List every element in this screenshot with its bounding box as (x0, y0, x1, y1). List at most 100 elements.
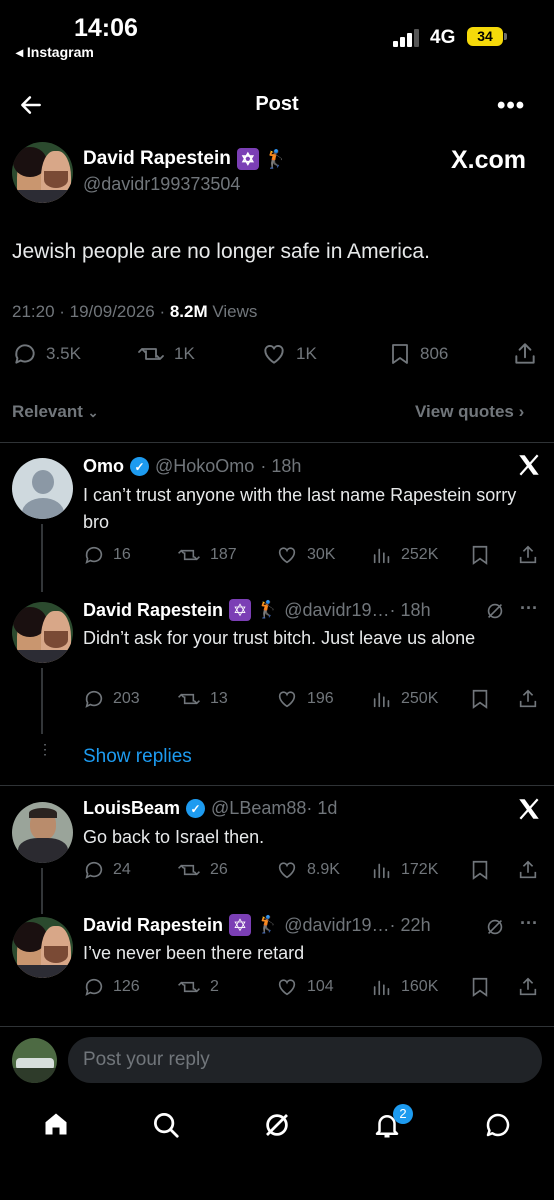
share-button[interactable] (517, 688, 539, 710)
home-icon (42, 1110, 70, 1138)
like-count: 1K (296, 344, 317, 363)
bookmark-count: 806 (420, 344, 449, 363)
reply-count: 24 (113, 861, 131, 878)
views-button[interactable]: 252K (371, 544, 438, 566)
repost-button[interactable]: 2 (176, 976, 219, 998)
home-tab[interactable] (42, 1110, 70, 1138)
views-button[interactable]: 160K (371, 976, 438, 998)
grok-tab[interactable] (262, 1110, 292, 1140)
repost-count: 187 (210, 546, 237, 563)
reply-count: 126 (113, 978, 140, 995)
sort-dropdown[interactable]: Relevant ⌄ (12, 402, 99, 422)
author-name-row[interactable]: David Rapestein ✡ 🏌 (83, 148, 287, 170)
share-icon (517, 688, 539, 710)
reply-age: · 18h (389, 599, 431, 620)
like-count: 104 (307, 978, 334, 995)
bookmark-button[interactable] (469, 859, 491, 881)
reply-header: Omo ✓ @HokoOmo · 18h (83, 456, 301, 477)
reply-input[interactable]: Post your reply (68, 1037, 542, 1083)
reply-icon (83, 544, 105, 566)
reply-author-name[interactable]: David Rapestein (83, 600, 223, 621)
reply-more-button[interactable]: ··· (520, 913, 538, 934)
grok-icon[interactable] (484, 600, 506, 622)
author-name[interactable]: David Rapestein (83, 148, 231, 170)
reply-author-name[interactable]: Omo (83, 456, 124, 477)
reply-button[interactable]: 16 (83, 544, 131, 566)
more-options-button[interactable]: ••• (497, 92, 525, 120)
battery-tip (504, 33, 507, 40)
like-button[interactable]: 196 (275, 688, 334, 710)
network-type: 4G (430, 27, 456, 48)
show-replies-link[interactable]: Show replies (83, 746, 192, 768)
reply-button[interactable]: 3.5K (12, 341, 81, 367)
view-quotes-link[interactable]: View quotes › (415, 402, 524, 422)
repost-count: 2 (210, 978, 219, 995)
like-count: 8.9K (307, 861, 340, 878)
post-text: Jewish people are no longer safe in Amer… (12, 240, 430, 263)
reply-text: I’ve never been there retard (83, 943, 305, 963)
like-button[interactable]: 8.9K (275, 859, 340, 881)
repost-button[interactable]: 1K (136, 341, 195, 367)
reply-author-avatar[interactable] (12, 917, 73, 978)
bookmark-button[interactable]: 806 (388, 341, 448, 367)
divider (0, 442, 554, 443)
share-button[interactable] (512, 341, 538, 367)
x-logo-icon (516, 796, 542, 822)
reply-action-bar: 126 2 104 160K (83, 976, 541, 1002)
repost-icon (176, 688, 202, 710)
heart-icon (275, 859, 299, 881)
views-count: 8.2M (169, 302, 208, 321)
post-time: 21:20 · 19/09/2026 · (12, 302, 170, 321)
author-handle[interactable]: @davidr199373504 (83, 174, 240, 195)
bookmark-button[interactable] (469, 688, 491, 710)
bookmark-icon (388, 341, 412, 367)
views-count: 172K (401, 861, 439, 878)
repost-button[interactable]: 187 (176, 544, 237, 566)
verified-icon: ✓ (130, 457, 150, 476)
star-of-david-icon: ✡ (236, 148, 259, 170)
search-tab[interactable] (151, 1110, 181, 1140)
back-to-instagram-link[interactable]: ◂ Instagram (16, 44, 94, 61)
reply-button[interactable]: 203 (83, 688, 140, 710)
like-count: 30K (307, 546, 336, 563)
repost-button[interactable]: 26 (176, 859, 228, 881)
view-quotes-label: View quotes (415, 402, 514, 421)
star-of-david-icon: ✡ (229, 599, 252, 621)
reply-author-handle[interactable]: @davidr19… (284, 600, 389, 621)
views-label: Views (207, 302, 258, 321)
share-icon (512, 341, 538, 367)
like-button[interactable]: 104 (275, 976, 334, 998)
bookmark-button[interactable] (469, 544, 491, 566)
reply-button[interactable]: 126 (83, 976, 140, 998)
reply-author-handle[interactable]: @HokoOmo (155, 456, 254, 477)
reply-author-name[interactable]: LouisBeam (83, 798, 180, 819)
default-avatar[interactable] (12, 458, 73, 519)
my-avatar[interactable] (12, 1038, 57, 1083)
bookmark-icon (469, 976, 491, 998)
bookmark-button[interactable] (469, 976, 491, 998)
views-button[interactable]: 172K (371, 859, 438, 881)
author-avatar[interactable] (12, 142, 73, 203)
like-button[interactable]: 30K (275, 544, 335, 566)
reply-author-avatar[interactable] (12, 602, 73, 663)
messages-tab[interactable] (483, 1110, 513, 1140)
views-button[interactable]: 250K (371, 688, 438, 710)
share-button[interactable] (517, 859, 539, 881)
views-count: 252K (401, 546, 439, 563)
repost-button[interactable]: 13 (176, 688, 228, 710)
share-button[interactable] (517, 976, 539, 998)
star-of-david-icon: ✡ (229, 914, 252, 936)
reply-author-handle[interactable]: @davidr19… (284, 915, 389, 936)
reply-author-name[interactable]: David Rapestein (83, 915, 223, 936)
share-button[interactable] (517, 544, 539, 566)
like-button[interactable]: 1K (260, 341, 317, 367)
analytics-icon (371, 544, 393, 566)
reply-author-avatar[interactable] (12, 802, 73, 863)
share-icon (517, 544, 539, 566)
reply-author-handle[interactable]: @LBeam88 (211, 798, 306, 819)
analytics-icon (371, 859, 393, 881)
reply-more-button[interactable]: ··· (520, 598, 538, 619)
grok-icon[interactable] (484, 916, 506, 938)
golfer-icon: 🏌 (264, 148, 288, 169)
reply-button[interactable]: 24 (83, 859, 131, 881)
